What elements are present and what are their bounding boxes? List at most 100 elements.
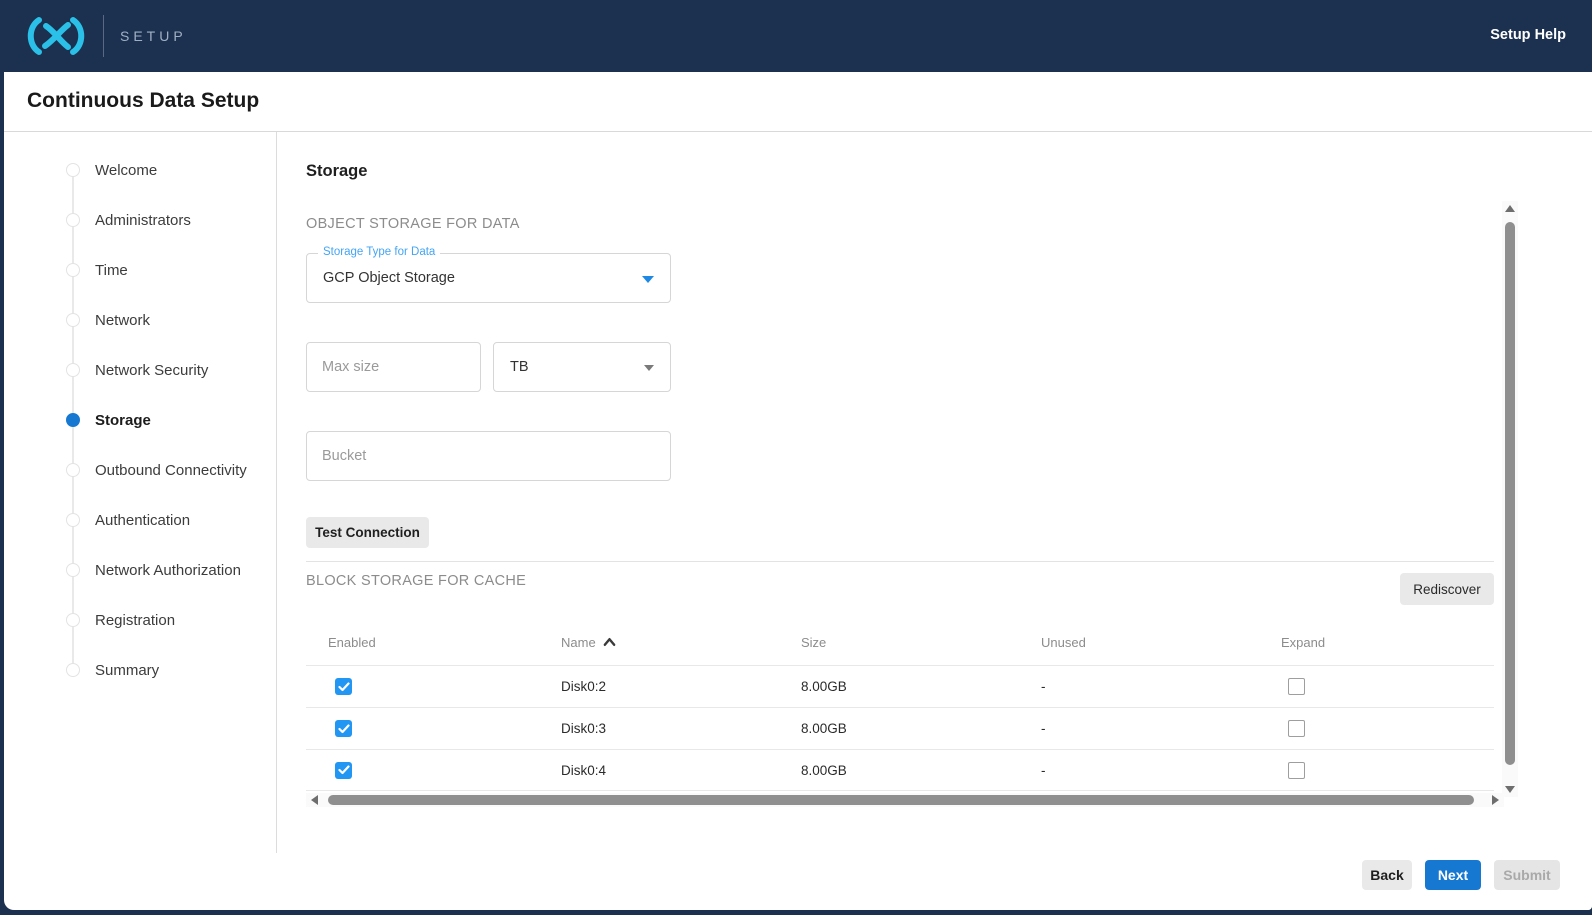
bucket-field-wrap <box>306 431 671 481</box>
topbar-divider <box>103 15 104 57</box>
product-name: SETUP <box>120 28 187 44</box>
storage-type-select[interactable]: Storage Type for Data GCP Object Storage <box>306 253 671 303</box>
step-label: Storage <box>95 412 151 429</box>
setup-app-window: SETUP Setup Help Continuous Data Setup W… <box>0 0 1592 915</box>
expand-checkbox-unchecked[interactable] <box>1288 762 1305 779</box>
sidebar-step-network[interactable]: Network <box>4 295 276 345</box>
vertical-scrollbar[interactable] <box>1502 201 1518 797</box>
sidebar-step-registration[interactable]: Registration <box>4 595 276 645</box>
sidebar-step-network-security[interactable]: Network Security <box>4 345 276 395</box>
storage-type-label: Storage Type for Data <box>318 246 440 258</box>
column-header-enabled[interactable]: Enabled <box>306 635 539 650</box>
sidebar-step-welcome[interactable]: Welcome <box>4 145 276 195</box>
max-size-field-wrap <box>306 342 481 392</box>
rediscover-button[interactable]: Rediscover <box>1400 573 1494 605</box>
submit-button[interactable]: Submit <box>1494 860 1560 890</box>
block-storage-section-heading: BLOCK STORAGE FOR CACHE <box>306 573 526 589</box>
column-header-size[interactable]: Size <box>779 635 1019 650</box>
sidebar-step-outbound-connectivity[interactable]: Outbound Connectivity <box>4 445 276 495</box>
horizontal-scrollbar[interactable] <box>306 793 1504 807</box>
disk-unused-cell: - <box>1019 679 1259 694</box>
sort-ascending-icon <box>603 636 616 648</box>
column-header-name[interactable]: Name <box>539 635 779 650</box>
delphix-logo-icon <box>22 13 90 59</box>
sidebar-step-time[interactable]: Time <box>4 245 276 295</box>
step-label: Time <box>95 262 128 279</box>
disk-size-cell: 8.00GB <box>779 679 1019 694</box>
step-circle-icon <box>66 663 80 677</box>
column-header-unused[interactable]: Unused <box>1019 635 1259 650</box>
disk-name-cell: Disk0:4 <box>539 763 779 778</box>
step-circle-icon <box>66 363 80 377</box>
step-label: Summary <box>95 662 159 679</box>
step-label: Registration <box>95 612 175 629</box>
wizard-stepper: Welcome Administrators Time Network Netw… <box>4 132 276 695</box>
enabled-checkbox-checked[interactable] <box>335 678 352 695</box>
chevron-down-icon <box>642 276 654 283</box>
wizard-sidebar: Welcome Administrators Time Network Netw… <box>4 132 277 853</box>
step-label: Network Authorization <box>95 562 241 579</box>
setup-help-link[interactable]: Setup Help <box>1490 27 1566 43</box>
page-title: Continuous Data Setup <box>27 89 259 113</box>
enabled-checkbox-checked[interactable] <box>335 762 352 779</box>
table-row-disk0-3: Disk0:3 8.00GB - <box>306 707 1494 749</box>
step-circle-icon <box>66 163 80 177</box>
block-storage-table: Enabled Name Size Unused Expand <box>306 619 1494 791</box>
sidebar-step-administrators[interactable]: Administrators <box>4 195 276 245</box>
sidebar-step-summary[interactable]: Summary <box>4 645 276 695</box>
size-unit-value: TB <box>510 359 529 375</box>
disk-size-cell: 8.00GB <box>779 721 1019 736</box>
size-unit-select[interactable]: TB <box>493 342 671 392</box>
top-app-bar: SETUP Setup Help <box>0 0 1592 72</box>
step-circle-icon-active <box>66 413 80 427</box>
disk-unused-cell: - <box>1019 763 1259 778</box>
object-storage-section-heading: OBJECT STORAGE FOR DATA <box>306 216 520 232</box>
section-divider <box>306 561 1494 562</box>
next-button[interactable]: Next <box>1425 860 1481 890</box>
step-circle-icon <box>66 513 80 527</box>
step-circle-icon <box>66 563 80 577</box>
column-header-expand[interactable]: Expand <box>1259 635 1494 650</box>
step-label: Network Security <box>95 362 208 379</box>
disk-size-cell: 8.00GB <box>779 763 1019 778</box>
scroll-right-arrow-icon[interactable] <box>1492 795 1499 805</box>
horizontal-scrollbar-thumb[interactable] <box>328 795 1474 805</box>
step-circle-icon <box>66 463 80 477</box>
scroll-left-arrow-icon[interactable] <box>311 795 318 805</box>
step-heading: Storage <box>306 162 367 181</box>
storage-type-value: GCP Object Storage <box>323 270 455 286</box>
table-header-row: Enabled Name Size Unused Expand <box>306 619 1494 665</box>
table-row-disk0-4: Disk0:4 8.00GB - <box>306 749 1494 791</box>
step-label: Outbound Connectivity <box>95 462 247 479</box>
bucket-input[interactable] <box>307 432 670 480</box>
max-size-input[interactable] <box>307 343 480 391</box>
scroll-up-arrow-icon[interactable] <box>1505 205 1515 212</box>
content-panel: Continuous Data Setup Welcome Administra… <box>4 72 1592 910</box>
step-circle-icon <box>66 213 80 227</box>
expand-checkbox-unchecked[interactable] <box>1288 678 1305 695</box>
step-label: Network <box>95 312 150 329</box>
column-header-name-label: Name <box>561 635 596 650</box>
scroll-down-arrow-icon[interactable] <box>1505 786 1515 793</box>
step-circle-icon <box>66 263 80 277</box>
sidebar-step-network-authorization[interactable]: Network Authorization <box>4 545 276 595</box>
table-row-disk0-2: Disk0:2 8.00GB - <box>306 665 1494 707</box>
step-circle-icon <box>66 613 80 627</box>
step-label: Administrators <box>95 212 191 229</box>
disk-name-cell: Disk0:3 <box>539 721 779 736</box>
step-circle-icon <box>66 313 80 327</box>
expand-checkbox-unchecked[interactable] <box>1288 720 1305 737</box>
back-button[interactable]: Back <box>1362 860 1412 890</box>
disk-name-cell: Disk0:2 <box>539 679 779 694</box>
sidebar-step-authentication[interactable]: Authentication <box>4 495 276 545</box>
wizard-footer-actions: Back Next Submit <box>1362 860 1560 890</box>
enabled-checkbox-checked[interactable] <box>335 720 352 737</box>
step-label: Authentication <box>95 512 190 529</box>
storage-step-content: Storage OBJECT STORAGE FOR DATA Storage … <box>278 132 1592 910</box>
disk-unused-cell: - <box>1019 721 1259 736</box>
sidebar-step-storage[interactable]: Storage <box>4 395 276 445</box>
chevron-down-icon <box>644 365 654 371</box>
test-connection-button[interactable]: Test Connection <box>306 517 429 548</box>
vertical-scrollbar-thumb[interactable] <box>1505 222 1515 765</box>
step-label: Welcome <box>95 162 157 179</box>
